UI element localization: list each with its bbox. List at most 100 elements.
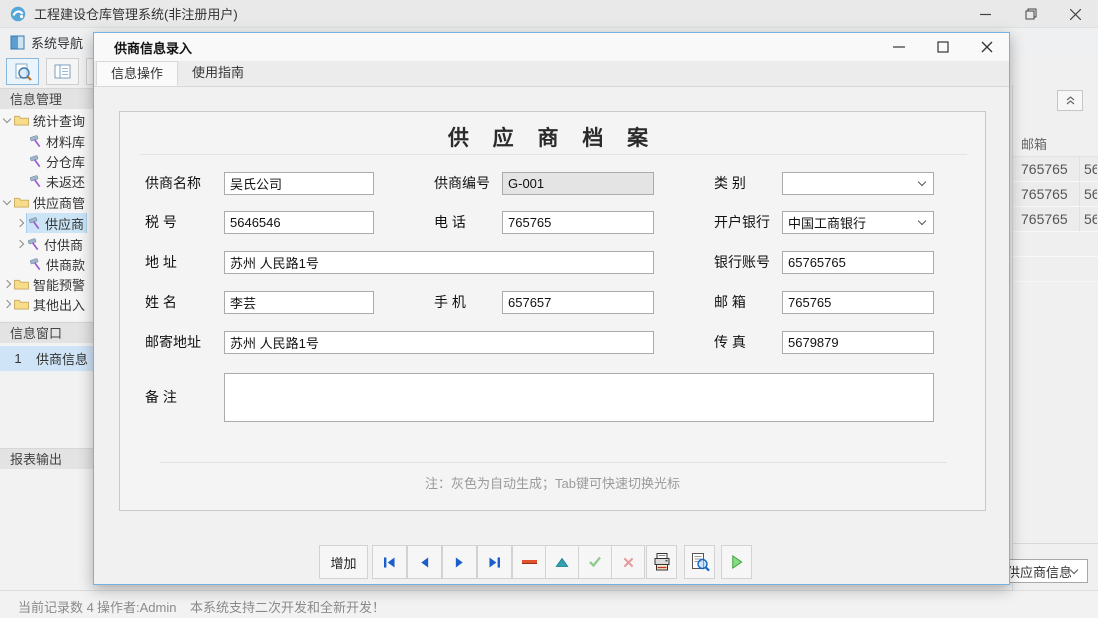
table-header-row: 邮箱 xyxy=(1013,132,1098,157)
status-message: 本系统支持二次开发和全新开发！ xyxy=(190,597,385,616)
info-window-item-label: 供商信息 xyxy=(36,349,88,368)
tree-item-supplier[interactable]: 供应商 xyxy=(0,213,93,233)
prev-record-icon xyxy=(418,557,431,568)
dialog-maximize-button[interactable] xyxy=(921,33,965,61)
form-icon xyxy=(54,64,71,79)
tab-user-guide[interactable]: 使用指南 xyxy=(178,61,258,86)
tree-item-supplier-mgmt[interactable]: 供应商管 xyxy=(0,192,93,212)
chevron-right-icon xyxy=(3,300,11,308)
tab-system-nav[interactable]: 系统导航 xyxy=(0,28,93,56)
label-supplier-code: 供商编号 xyxy=(434,172,490,195)
tree-item-stats-query[interactable]: 统计查询 xyxy=(0,110,93,130)
tax-no-input[interactable] xyxy=(224,211,374,234)
label-category: 类 别 xyxy=(714,172,746,195)
minimize-button[interactable] xyxy=(963,0,1008,28)
restore-button[interactable] xyxy=(1008,0,1053,28)
x-icon xyxy=(623,557,634,568)
table-row[interactable]: 765765 5679879 xyxy=(1013,207,1098,232)
tree-item-unreturned[interactable]: 未返还 xyxy=(0,171,93,191)
table-row-empty xyxy=(1013,232,1098,257)
section-header-info-window: 信息窗口 xyxy=(0,322,93,343)
dialog-minimize-button[interactable] xyxy=(877,33,921,61)
phone-input[interactable] xyxy=(502,211,654,234)
prev-record-button[interactable] xyxy=(407,545,442,579)
tree-item-supplier-funds[interactable]: 供商款 xyxy=(0,254,93,274)
next-record-icon xyxy=(453,557,466,568)
folder-icon xyxy=(14,114,29,126)
dialog-titlebar: 供商信息录入 xyxy=(94,33,1009,61)
bank-select[interactable]: 中国工商银行 xyxy=(782,211,934,234)
double-chevron-up-icon xyxy=(1065,95,1076,106)
tree-item-smart-alert[interactable]: 智能预警 xyxy=(0,274,93,294)
tree-item-label: 统计查询 xyxy=(33,111,85,130)
form-note: 注：灰色为自动生成；Tab键可快速切换光标 xyxy=(120,473,985,492)
view-select-value: 供应商信息 xyxy=(1007,562,1071,581)
add-button[interactable]: 增加 xyxy=(319,545,368,579)
column-header-email: 邮箱 xyxy=(1021,132,1079,156)
collapse-panel-button[interactable] xyxy=(1057,90,1083,111)
info-window-item-index: 1 xyxy=(0,351,36,366)
first-record-button[interactable] xyxy=(372,545,407,579)
status-bar: 当前记录数 4 操作者:Admin 本系统支持二次开发和全新开发！ xyxy=(0,590,1098,618)
supplier-name-input[interactable] xyxy=(224,172,374,195)
info-window-item[interactable]: 1 供商信息 xyxy=(0,346,93,371)
next-record-button[interactable] xyxy=(442,545,477,579)
label-fax: 传 真 xyxy=(714,331,746,354)
table-row[interactable]: 765765 5679879 xyxy=(1013,157,1098,182)
delete-record-button[interactable] xyxy=(512,545,546,579)
last-record-icon xyxy=(487,557,502,568)
section-header-report-output: 报表输出 xyxy=(0,448,93,469)
tree-item-other-inout[interactable]: 其他出入 xyxy=(0,294,93,314)
tree-item-subwarehouse[interactable]: 分仓库 xyxy=(0,151,93,171)
first-record-icon xyxy=(382,557,397,568)
chevron-right-icon xyxy=(3,280,11,288)
chevron-right-icon xyxy=(16,219,24,227)
label-contact-name: 姓 名 xyxy=(145,291,177,314)
print-button[interactable] xyxy=(646,545,677,579)
tree-item-label: 供应商管 xyxy=(33,193,85,212)
tab-info-operation[interactable]: 信息操作 xyxy=(96,61,178,86)
tree-item-label: 未返还 xyxy=(46,172,85,191)
category-select[interactable] xyxy=(782,172,934,195)
close-button[interactable] xyxy=(1053,0,1098,28)
mail-address-input[interactable] xyxy=(224,331,654,354)
fax-input[interactable] xyxy=(782,331,934,354)
tool-icon xyxy=(29,135,42,148)
address-input[interactable] xyxy=(224,251,654,274)
tool-icon xyxy=(29,258,42,271)
view-select-dropdown[interactable]: 供应商信息 xyxy=(1000,559,1088,583)
cancel-button[interactable] xyxy=(611,545,645,579)
label-email: 邮 箱 xyxy=(714,291,746,314)
app-screen: 工程建设仓库管理系统(非注册用户) 系统导航 信息管理 统计查询 xyxy=(0,0,1098,618)
edit-record-button[interactable] xyxy=(545,545,579,579)
tool-icon xyxy=(27,238,40,251)
last-record-button[interactable] xyxy=(477,545,512,579)
print-preview-button[interactable] xyxy=(684,545,715,579)
dialog-title: 供商信息录入 xyxy=(114,38,192,57)
chevron-down-icon xyxy=(918,217,926,225)
execute-button[interactable] xyxy=(721,545,752,579)
folder-icon xyxy=(14,298,29,310)
tool-icon xyxy=(29,155,42,168)
confirm-button[interactable] xyxy=(578,545,612,579)
label-phone: 电 话 xyxy=(434,211,466,234)
mobile-input[interactable] xyxy=(502,291,654,314)
remark-textarea[interactable] xyxy=(224,373,934,422)
tree-item-pay-supplier[interactable]: 付供商 xyxy=(0,234,93,254)
search-tool-button[interactable] xyxy=(6,58,39,85)
supplier-form-panel: 供 应 商 档 案 供商名称 供商编号 类 别 税 号 电 话 开户银行 中国工… xyxy=(119,111,986,511)
email-input[interactable] xyxy=(782,291,934,314)
chevron-down-icon xyxy=(3,197,11,205)
label-bank-account: 银行账号 xyxy=(714,251,770,274)
dialog-close-button[interactable] xyxy=(965,33,1009,61)
contact-name-input[interactable] xyxy=(224,291,374,314)
play-icon xyxy=(729,554,744,570)
tree-item-material[interactable]: 材料库 xyxy=(0,131,93,151)
table-row[interactable]: 765765 5679879 xyxy=(1013,182,1098,207)
bank-value: 中国工商银行 xyxy=(788,213,866,232)
chevron-down-icon xyxy=(918,178,926,186)
label-supplier-name: 供商名称 xyxy=(145,172,201,195)
section-header-info-mgmt: 信息管理 xyxy=(0,88,93,109)
bank-account-input[interactable] xyxy=(782,251,934,274)
form-view-button[interactable] xyxy=(46,58,79,85)
